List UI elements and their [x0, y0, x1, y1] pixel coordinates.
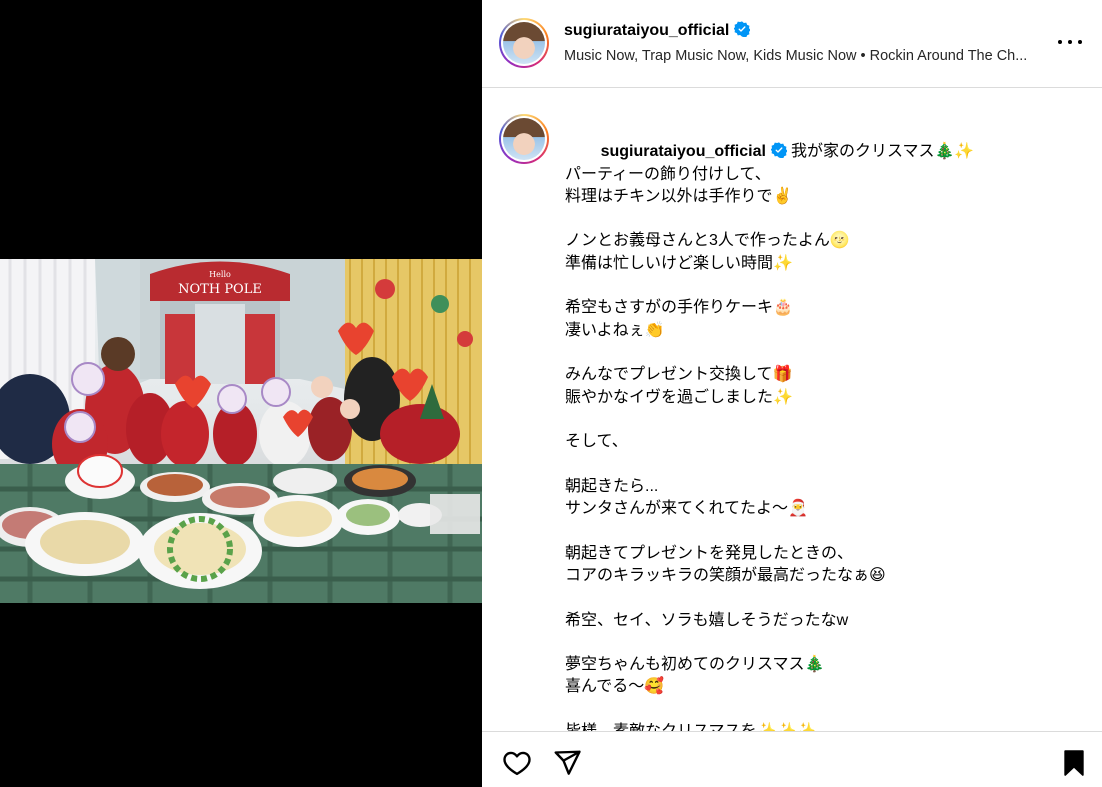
- more-options-icon[interactable]: [1058, 34, 1082, 50]
- caption-line: 準備は忙しいけど楽しい時間✨: [565, 254, 793, 272]
- post-photo[interactable]: Hello NOTH POLE: [0, 259, 482, 603]
- bookmark-icon[interactable]: [1059, 748, 1089, 778]
- header-username-text[interactable]: sugiurataiyou_official: [564, 22, 729, 39]
- caption-line: パーティーの飾り付けして、: [565, 165, 771, 183]
- caption-lines: パーティーの飾り付けして、料理はチキン以外は手作りで✌️ ノンとお義母さんと3人で…: [565, 141, 1075, 731]
- post-media[interactable]: Hello NOTH POLE: [0, 0, 482, 787]
- caption-text: sugiurataiyou_official 我が家のクリスマス🎄✨ パーティーの…: [565, 119, 1075, 731]
- caption-line: 喜んでる〜🥰: [565, 678, 665, 696]
- avatar[interactable]: [499, 18, 549, 68]
- caption-line: 希空もさすがの手作りケーキ🎂: [565, 299, 793, 317]
- caption-line: そして、: [565, 433, 628, 451]
- caption-first-text: 我が家のクリスマス🎄✨: [790, 143, 975, 161]
- caption-username[interactable]: sugiurataiyou_official: [601, 143, 766, 160]
- caption-line: 朝起きてプレゼントを発見したときの、: [565, 544, 854, 562]
- caption-line: 夢空ちゃんも初めてのクリスマス🎄: [565, 656, 825, 674]
- send-icon[interactable]: [552, 748, 582, 778]
- caption-line: 賑やかなイヴを過ごしました✨: [565, 388, 793, 406]
- caption-line: ノンとお義母さんと3人で作ったよん🌝: [565, 232, 850, 250]
- music-info[interactable]: Music Now, Trap Music Now, Kids Music No…: [564, 48, 1044, 64]
- caption-line: [565, 409, 1075, 431]
- caption-line: みんなでプレゼント交換して🎁: [565, 366, 793, 384]
- party-photo-illustration: Hello NOTH POLE: [0, 259, 482, 603]
- action-bar: [482, 731, 1102, 787]
- sign-main-text: NOTH POLE: [178, 282, 262, 297]
- caption-area: sugiurataiyou_official 我が家のクリスマス🎄✨ パーティーの…: [482, 89, 1102, 731]
- caption-line: 朝起きたら...: [565, 477, 659, 495]
- caption-line: 皆様、素敵なクリスマスを✨✨✨: [565, 721, 1075, 731]
- post-panel: sugiurataiyou_official Music Now, Trap M…: [482, 0, 1102, 787]
- heart-icon[interactable]: [502, 748, 532, 778]
- caption-line: 凄いよねぇ👏: [565, 321, 665, 339]
- caption-first-line: sugiurataiyou_official 我が家のクリスマス🎄✨: [565, 119, 1075, 160]
- header-username[interactable]: sugiurataiyou_official: [564, 21, 751, 40]
- caption-line: [565, 342, 1075, 364]
- caption-line: [565, 587, 1075, 609]
- caption-line: [565, 208, 1075, 230]
- sign-small-text: Hello: [209, 270, 231, 279]
- caption-avatar[interactable]: [499, 114, 549, 164]
- caption-line: 料理はチキン以外は手作りで✌️: [565, 187, 793, 205]
- post-header: sugiurataiyou_official Music Now, Trap M…: [482, 0, 1102, 88]
- verified-badge-icon: [770, 142, 787, 159]
- caption-line: サンタさんが来てくれてたよ〜🎅: [565, 500, 808, 518]
- verified-badge-icon: [734, 21, 751, 37]
- caption-line: [565, 453, 1075, 475]
- caption-line: [565, 632, 1075, 654]
- caption-line: [565, 699, 1075, 721]
- caption-line: 希空、セイ、ソラも嬉しそうだったなw: [565, 611, 849, 629]
- caption-line: [565, 275, 1075, 297]
- caption-line: コアのキラッキラの笑顔が最高だったなぁ😆: [565, 566, 886, 584]
- caption-line: [565, 520, 1075, 542]
